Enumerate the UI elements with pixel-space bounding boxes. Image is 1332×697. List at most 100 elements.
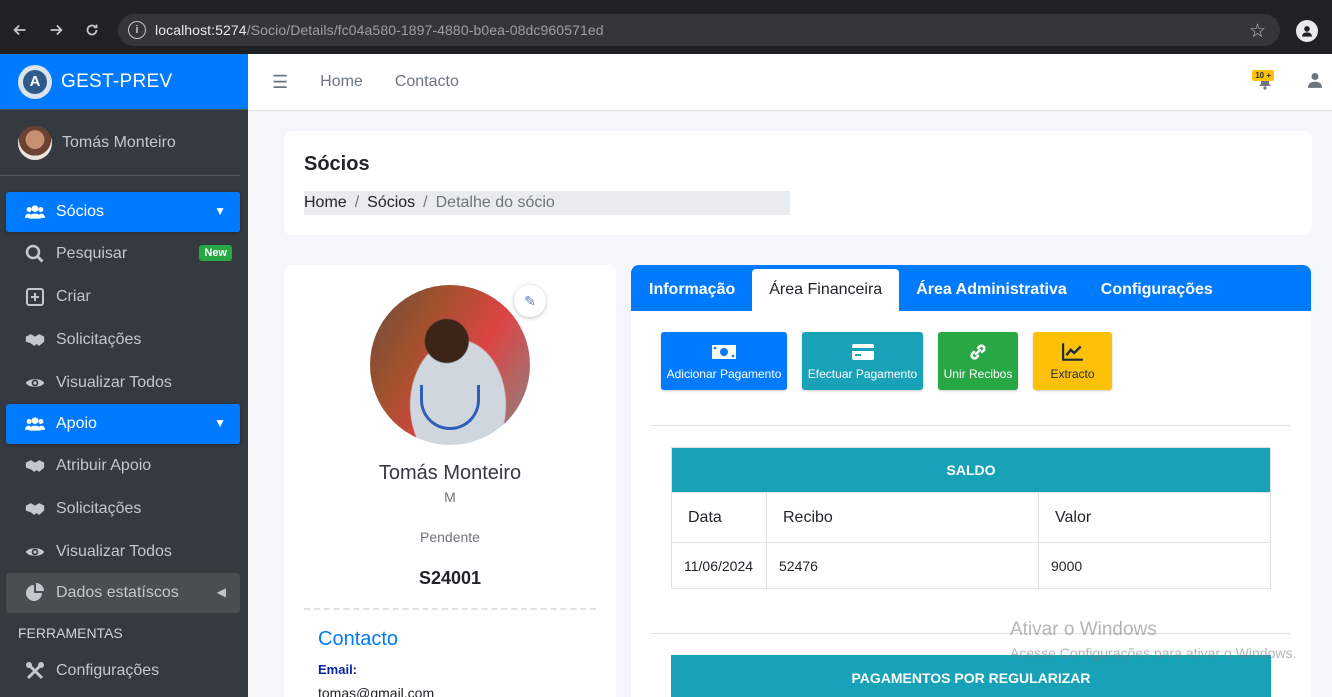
chart-line-icon (1061, 343, 1083, 361)
breadcrumb-separator: / (423, 194, 428, 211)
plus-square-icon (24, 287, 46, 307)
button-label: Extracto (1050, 367, 1095, 381)
sidebar-item-socios[interactable]: Sócios ▼ (6, 192, 240, 232)
contact-title: Contacto (318, 628, 399, 650)
sidebar-item-label: Criar (56, 287, 91, 305)
sidebar-item-visualizar-todos[interactable]: Visualizar Todos (0, 361, 248, 404)
tab-area-financeira[interactable]: Área Financeira (752, 269, 900, 311)
sidebar-item-label: Apoio (56, 415, 97, 432)
handshake-icon (24, 499, 46, 519)
tab-area-administrativa[interactable]: Área Administrativa (899, 269, 1084, 311)
column-header: Valor (1038, 492, 1271, 543)
handshake-icon (24, 456, 46, 476)
sidebar-item-label: Visualizar Todos (56, 542, 172, 560)
profile-photo (370, 285, 530, 445)
column-header: Recibo (766, 492, 1039, 543)
address-bar[interactable]: i localhost:5274/Socio/Details/fc04a580-… (118, 14, 1280, 46)
sidebar-item-atribuir-apoio[interactable]: Atribuir Apoio (0, 444, 248, 487)
brand-text: GEST-PREV (61, 70, 173, 92)
eye-icon (24, 373, 46, 393)
table-cell: 11/06/2024 (671, 542, 767, 589)
pending-payments-title: PAGAMENTOS POR REGULARIZAR (671, 655, 1271, 697)
eye-icon (24, 542, 46, 562)
button-label: Adicionar Pagamento (666, 367, 782, 381)
browser-chrome: i localhost:5274/Socio/Details/fc04a580-… (0, 0, 1332, 54)
browser-profile-icon[interactable] (1296, 20, 1318, 42)
profile-status: Pendente (420, 529, 480, 545)
sidebar-item-label: Visualizar Todos (56, 373, 172, 391)
users-icon (24, 202, 46, 222)
tools-icon (24, 661, 46, 681)
pie-chart-icon (24, 583, 46, 603)
link-icon (970, 344, 986, 360)
saldo-table: SALDO Data Recibo Valor 11/06/2024 52476… (671, 447, 1271, 589)
sidebar-item-visualizar-todos-apoio[interactable]: Visualizar Todos (0, 530, 248, 573)
watermark-title: Ativar o Windows (1010, 619, 1157, 640)
brand-logo-icon: A (18, 64, 52, 99)
column-header: Data (671, 492, 767, 543)
divider (304, 608, 596, 610)
notification-badge: 10 + (1252, 70, 1274, 81)
tab-informacao[interactable]: Informação (631, 269, 752, 311)
sidebar-item-label: Solicitações (56, 499, 142, 517)
forward-icon[interactable] (38, 12, 74, 48)
merge-receipts-button[interactable]: Unir Recibos (938, 332, 1018, 390)
edit-photo-button[interactable]: ✎ (514, 285, 546, 317)
statement-button[interactable]: Extracto (1033, 332, 1112, 390)
search-icon (24, 244, 46, 264)
new-badge: New (199, 245, 232, 261)
table-cell: 52476 (766, 542, 1039, 589)
users-icon (24, 414, 46, 434)
brand-link[interactable]: A GEST-PREV (0, 54, 248, 110)
sidebar-item-configuracoes[interactable]: Configurações (0, 649, 248, 692)
sidebar-item-solicitacoes-apoio[interactable]: Solicitações (0, 487, 248, 530)
sidebar-item-label: Atribuir Apoio (56, 456, 152, 474)
page-title: Sócios (304, 153, 370, 175)
sidebar-item-dados-estatisticos[interactable]: Dados estatíscos ◀ (6, 573, 240, 613)
tab-bar: Informação Área Financeira Área Administ… (631, 265, 1311, 311)
bookmark-star-icon[interactable]: ☆ (1249, 20, 1266, 43)
divider (651, 425, 1291, 426)
url-text: localhost:5274/Socio/Details/fc04a580-18… (155, 22, 604, 38)
chevron-down-icon: ▼ (214, 204, 226, 218)
sidebar-section-header: FERRAMENTAS (18, 625, 123, 641)
sidebar: A GEST-PREV Tomás Monteiro Sócios ▼ Pesq… (0, 54, 248, 697)
sidebar-item-label: Pesquisar (56, 244, 128, 262)
email-label: Email: (318, 662, 358, 677)
chevron-left-icon: ◀ (216, 585, 226, 599)
nav-link-home[interactable]: Home (320, 73, 363, 91)
browser-toolbar: i localhost:5274/Socio/Details/fc04a580-… (0, 8, 1332, 52)
nav-link-contacto[interactable]: Contacto (395, 73, 459, 91)
user-icon[interactable] (1308, 72, 1322, 92)
site-info-icon[interactable]: i (128, 21, 146, 39)
credit-card-icon (851, 344, 874, 360)
breadcrumb-item-home[interactable]: Home (304, 194, 347, 212)
breadcrumb-separator: / (354, 194, 360, 211)
saldo-title: SALDO (671, 447, 1271, 493)
add-payment-button[interactable]: Adicionar Pagamento (661, 332, 787, 390)
sidebar-menu: Sócios ▼ Pesquisar New Criar Solicitaçõe… (0, 176, 248, 692)
button-label: Efectuar Pagamento (807, 367, 918, 381)
breadcrumb-item-socios[interactable]: Sócios (367, 194, 415, 212)
sidebar-item-criar[interactable]: Criar (0, 275, 248, 318)
hamburger-menu-icon[interactable]: ☰ (272, 72, 288, 93)
user-panel[interactable]: Tomás Monteiro (0, 110, 240, 176)
table-row: 11/06/2024 52476 9000 (671, 542, 1271, 589)
sidebar-item-solicitacoes[interactable]: Solicitações (0, 318, 248, 361)
sidebar-item-label: Sócios (56, 203, 105, 220)
tab-configuracoes[interactable]: Configurações (1084, 269, 1230, 311)
windows-activation-watermark: Ativar o Windows Acesse Configurações pa… (1010, 619, 1296, 661)
profile-card: ✎ Tomás Monteiro M Pendente S24001 Conta… (284, 265, 616, 697)
reload-icon[interactable] (74, 12, 110, 48)
sidebar-item-apoio[interactable]: Apoio ▼ (6, 404, 240, 444)
table-cell: 9000 (1038, 542, 1271, 589)
make-payment-button[interactable]: Efectuar Pagamento (802, 332, 923, 390)
back-icon[interactable] (2, 12, 38, 48)
user-name: Tomás Monteiro (62, 133, 176, 151)
profile-gender: M (444, 489, 456, 505)
sidebar-item-pesquisar[interactable]: Pesquisar New (0, 232, 248, 275)
chevron-down-icon: ▼ (214, 416, 226, 430)
top-navbar: ☰ Home Contacto 10 + (248, 54, 1332, 111)
email-value: tomas@gmail.com (318, 685, 435, 697)
sidebar-item-label: Dados estatíscos (56, 584, 179, 601)
